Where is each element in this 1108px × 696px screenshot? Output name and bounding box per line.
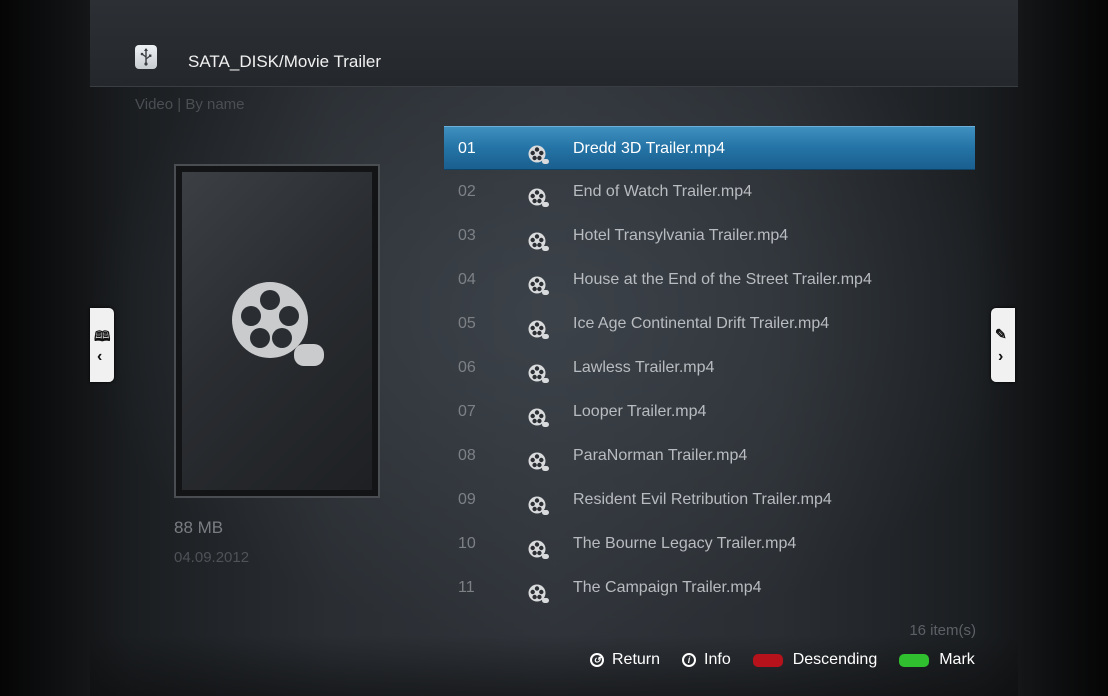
file-name: Looper Trailer.mp4: [573, 403, 707, 420]
item-count: 16 item(s): [909, 622, 976, 639]
view-mode-label: Video | By name: [135, 96, 245, 113]
button-legend: ↺ Return i Info Descending Mark: [590, 648, 975, 672]
return-button[interactable]: ↺ Return: [590, 651, 660, 669]
item-number: 09: [458, 491, 476, 508]
info-button[interactable]: i Info: [682, 651, 731, 669]
file-name: End of Watch Trailer.mp4: [573, 183, 753, 200]
file-name: Ice Age Continental Drift Trailer.mp4: [573, 315, 830, 332]
list-item[interactable]: 07 Looper Trailer.mp4: [444, 390, 975, 434]
file-name: The Campaign Trailer.mp4: [573, 579, 762, 596]
item-number: 02: [458, 183, 476, 200]
book-icon: 🕮: [94, 328, 111, 344]
list-item[interactable]: 01 Dredd 3D Trailer.mp4: [444, 126, 975, 170]
descending-button[interactable]: Descending: [752, 651, 878, 669]
descending-label: Descending: [792, 651, 878, 668]
item-number: 11: [458, 579, 475, 596]
list-item[interactable]: 02 End of Watch Trailer.mp4: [444, 170, 975, 214]
file-name: Resident Evil Retribution Trailer.mp4: [573, 491, 832, 508]
list-item[interactable]: 05 Ice Age Continental Drift Trailer.mp4: [444, 302, 975, 346]
file-name: Lawless Trailer.mp4: [573, 359, 715, 376]
edit-icon: ✎: [995, 326, 1007, 342]
info-label: Info: [704, 651, 731, 668]
right-panel-tab[interactable]: ✎ ›: [991, 308, 1015, 382]
mark-button[interactable]: Mark: [899, 651, 975, 669]
chevron-left-icon: ‹: [97, 348, 103, 365]
list-item[interactable]: 09 Resident Evil Retribution Trailer.mp4: [444, 478, 975, 522]
chevron-right-icon: ›: [998, 348, 1004, 365]
mark-label: Mark: [939, 651, 975, 668]
file-name: Hotel Transylvania Trailer.mp4: [573, 227, 789, 244]
list-item[interactable]: 03 Hotel Transylvania Trailer.mp4: [444, 214, 975, 258]
file-list: 01 Dredd 3D Trailer.mp4 02 End of Watch Tra…: [444, 126, 975, 610]
list-item[interactable]: 10 The Bourne Legacy Trailer.mp4: [444, 522, 975, 566]
red-key-icon: [752, 653, 783, 667]
film-reel-icon: [232, 282, 324, 366]
item-number: 05: [458, 315, 476, 332]
item-number: 01: [458, 140, 476, 157]
header-bar: [90, 0, 1018, 87]
item-number: 06: [458, 359, 476, 376]
info-icon: i: [682, 653, 697, 667]
file-name: ParaNorman Trailer.mp4: [573, 447, 748, 464]
file-preview: [174, 164, 380, 498]
item-number: 10: [458, 535, 476, 552]
item-number: 04: [458, 271, 476, 288]
green-key-icon: [899, 653, 930, 667]
item-number: 03: [458, 227, 476, 244]
file-name: Dredd 3D Trailer.mp4: [573, 140, 726, 157]
folder-path: SATA_DISK/Movie Trailer: [188, 52, 382, 71]
file-size: 88 MB: [174, 518, 224, 537]
return-label: Return: [612, 651, 661, 668]
item-number: 08: [458, 447, 476, 464]
file-name: House at the End of the Street Trailer.m…: [573, 271, 872, 288]
video-file-icon: [528, 578, 550, 622]
list-item[interactable]: 11 The Campaign Trailer.mp4: [444, 566, 975, 610]
item-number: 07: [458, 403, 476, 420]
usb-icon: [135, 45, 157, 69]
file-name: The Bourne Legacy Trailer.mp4: [573, 535, 797, 552]
left-panel-tab[interactable]: 🕮 ‹: [90, 308, 114, 382]
list-item[interactable]: 06 Lawless Trailer.mp4: [444, 346, 975, 390]
list-item[interactable]: 04 House at the End of the Street Trailer…: [444, 258, 975, 302]
return-icon: ↺: [590, 653, 604, 667]
list-item[interactable]: 08 ParaNorman Trailer.mp4: [444, 434, 975, 478]
file-date: 04.09.2012: [174, 549, 250, 566]
